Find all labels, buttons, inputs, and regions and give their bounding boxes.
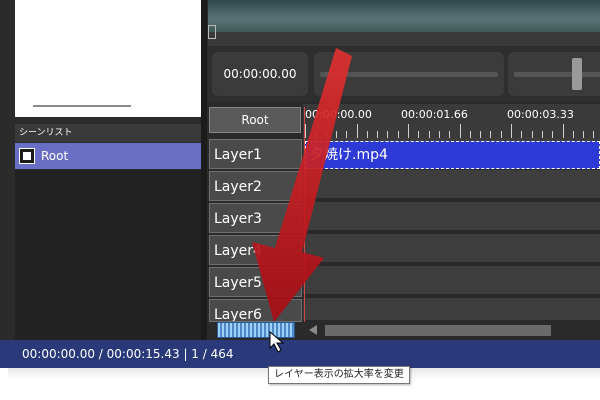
mouse-cursor-icon <box>269 330 285 353</box>
annotation-overlay <box>252 48 352 353</box>
annotation-arrow-icon <box>252 48 352 322</box>
